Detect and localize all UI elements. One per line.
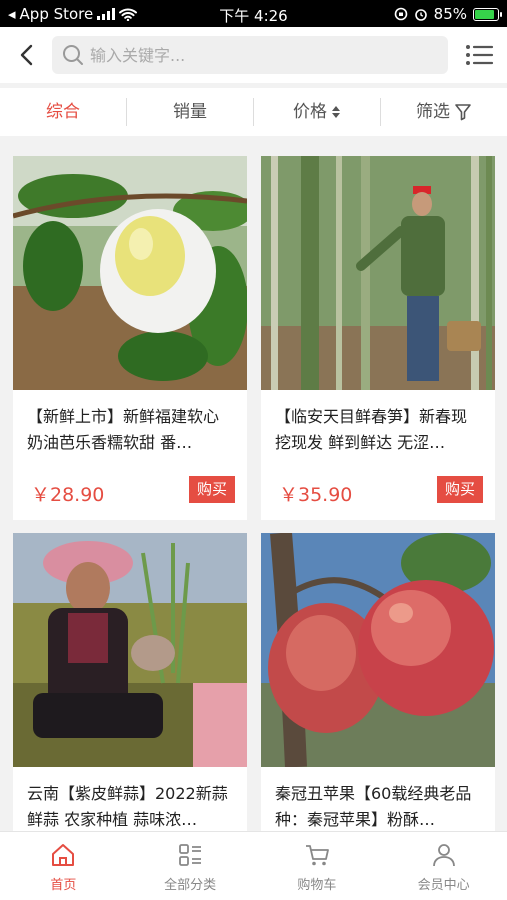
product-card[interactable]: 【临安天目鲜春笋】新春现挖现发 鲜到鲜达 无涩… ￥35.90 购买 [261,156,495,520]
orientation-lock-icon [394,7,407,21]
product-title[interactable]: 云南【紫皮鲜蒜】2022新蒜鲜蒜 农家种植 蒜味浓… [13,767,247,833]
sort-price-label: 价格 [293,102,327,122]
tab-categories[interactable]: 全部分类 [127,832,254,900]
product-image[interactable] [13,156,247,390]
sort-filter-label: 筛选 [416,102,450,122]
alarm-icon [414,9,427,21]
product-title[interactable]: 秦冠丑苹果【60载经典老品种：秦冠苹果】粉酥… [261,767,495,833]
tab-home-label: 首页 [50,878,77,893]
sort-bar: 综合 销量 价格 筛选 [0,88,507,136]
sort-price[interactable]: 价格 [254,88,380,136]
home-icon [52,844,75,866]
product-price: ￥28.90 [31,484,105,506]
tab-bar: 首页 全部分类 购物车 会员中心 [0,831,507,900]
product-price: ￥35.90 [279,484,353,506]
battery-icon [473,7,502,21]
back-arrow-icon[interactable] [14,41,40,69]
product-card[interactable]: 云南【紫皮鲜蒜】2022新蒜鲜蒜 农家种植 蒜味浓… [13,533,247,843]
product-image[interactable] [261,156,495,390]
search-box[interactable] [52,36,448,74]
sort-sales-label: 销量 [173,102,207,122]
product-title[interactable]: 【新鲜上市】新鲜福建软心奶油芭乐香糯软甜 番… [13,390,247,456]
sort-comprehensive-label: 综合 [46,102,80,122]
tab-cart[interactable]: 购物车 [254,832,381,900]
list-menu-icon[interactable] [463,41,495,69]
buy-button[interactable]: 购买 [189,476,235,503]
tab-member-label: 会员中心 [417,878,470,893]
product-card[interactable]: 【新鲜上市】新鲜福建软心奶油芭乐香糯软甜 番… ￥28.90 购买 [13,156,247,520]
search-input[interactable] [90,45,410,65]
product-image[interactable] [13,533,247,767]
user-icon [432,844,455,867]
filter-funnel-icon [455,104,471,121]
product-image[interactable] [261,533,495,767]
sort-filter[interactable]: 筛选 [381,88,507,136]
sort-arrows-icon [332,106,340,118]
tab-categories-label: 全部分类 [164,878,217,893]
nav-bar [0,27,507,83]
buy-button[interactable]: 购买 [437,476,483,503]
status-right: 85% [394,5,502,23]
tab-member[interactable]: 会员中心 [380,832,507,900]
category-list-icon [179,844,202,866]
sort-sales[interactable]: 销量 [127,88,253,136]
battery-percent: 85% [433,5,467,23]
product-card[interactable]: 秦冠丑苹果【60载经典老品种：秦冠苹果】粉酥… [261,533,495,843]
product-title[interactable]: 【临安天目鲜春笋】新春现挖现发 鲜到鲜达 无涩… [261,390,495,456]
status-bar: ◂ App Store 下午 4:26 85% [0,0,507,27]
tab-home[interactable]: 首页 [0,832,127,900]
sort-comprehensive[interactable]: 综合 [0,88,126,136]
tab-cart-label: 购物车 [297,878,337,893]
cart-icon [305,845,329,866]
search-icon [63,45,83,65]
